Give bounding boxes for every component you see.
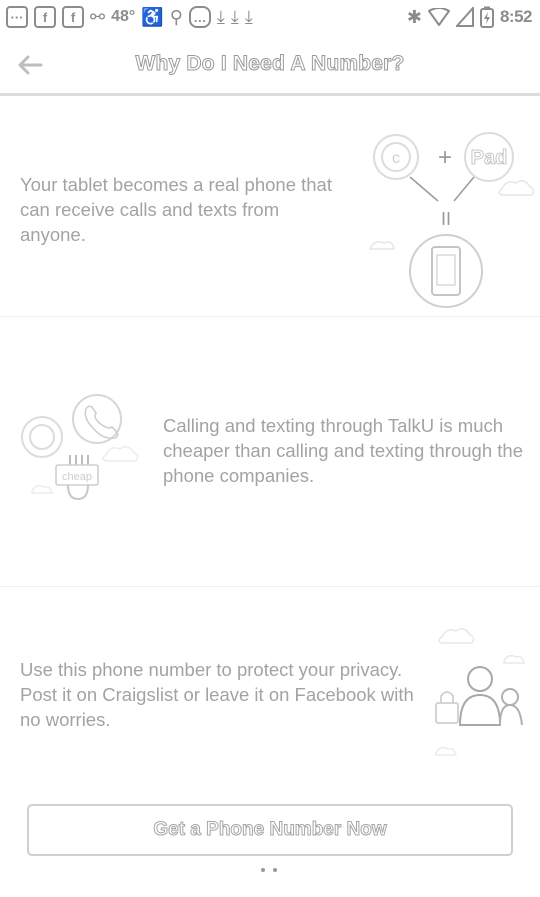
benefit-privacy: Use this phone number to protect your pr… xyxy=(0,587,540,787)
search-icon: ⚲ xyxy=(169,7,183,27)
temperature-readout: 48° xyxy=(111,8,136,25)
app-bar: Why Do I Need A Number? xyxy=(0,34,540,96)
cloud-icon xyxy=(102,446,139,462)
tag-label: cheap xyxy=(62,471,92,483)
facebook-glyph: f xyxy=(42,9,48,25)
cloud-icon xyxy=(31,484,53,494)
page-dot xyxy=(273,868,277,872)
talku-logo-icon xyxy=(21,416,63,458)
page-indicator xyxy=(261,868,277,872)
tablet-phone-illustration: c + Pad II xyxy=(368,132,534,308)
battery-icon xyxy=(479,6,494,28)
page-dot xyxy=(261,868,265,872)
clock: 8:52 xyxy=(499,7,533,26)
wifi-icon xyxy=(427,8,450,26)
page-title: Why Do I Need A Number? xyxy=(135,52,405,76)
cloud-icon xyxy=(435,746,457,756)
download-icon: ⤓ xyxy=(244,7,253,27)
pad-label: Pad xyxy=(471,147,508,169)
benefit-text: Calling and texting through TalkU is muc… xyxy=(163,415,523,486)
benefit-text: Your tablet becomes a real phone that ca… xyxy=(20,174,332,245)
accessibility-icon: ♿ xyxy=(141,7,164,27)
bluetooth-icon: ✱ xyxy=(406,7,422,27)
benefit-real-phone: Your tablet becomes a real phone that ca… xyxy=(0,99,540,317)
download-icon: ⤓ xyxy=(230,7,239,27)
phone-icon xyxy=(409,234,483,308)
cloud-icon xyxy=(498,180,534,196)
notification-icons: ··· f f ⚯ 48° ♿ ⚲ … ⤓ ⤓ ⤓ xyxy=(6,4,253,30)
facebook-icon: f xyxy=(34,6,56,28)
get-phone-number-label: Get a Phone Number Now xyxy=(153,819,387,841)
cloud-icon xyxy=(368,241,395,250)
chat-icon: ··· xyxy=(6,6,28,28)
phone-call-icon xyxy=(72,394,122,444)
download-icon: ⤓ xyxy=(216,7,225,27)
plus-sign: + xyxy=(438,144,452,171)
facebook-icon: f xyxy=(62,6,84,28)
cloud-icon xyxy=(503,654,525,664)
equals-sign: II xyxy=(441,209,451,229)
messenger-icon: … xyxy=(188,6,211,28)
cloud-icon xyxy=(438,628,475,644)
lock-icon xyxy=(435,702,459,724)
svg-text:c: c xyxy=(392,150,400,167)
system-icons: ✱ 8:52 xyxy=(406,4,533,30)
person-icon xyxy=(467,666,493,692)
cheap-calling-illustration: cheap xyxy=(21,394,139,501)
person-icon xyxy=(501,688,519,706)
benefit-text: Use this phone number to protect your pr… xyxy=(20,659,414,730)
facebook-glyph: f xyxy=(70,9,76,25)
get-phone-number-button[interactable]: Get a Phone Number Now xyxy=(27,804,513,856)
privacy-illustration xyxy=(435,628,525,756)
signal-icon xyxy=(455,7,474,27)
wrench-icon: ⚯ xyxy=(90,7,106,27)
status-bar: ··· f f ⚯ 48° ♿ ⚲ … ⤓ ⤓ ⤓ ✱ 8:52 xyxy=(0,0,540,34)
benefit-cheaper: cheap Calling and texting through TalkU … xyxy=(0,317,540,587)
